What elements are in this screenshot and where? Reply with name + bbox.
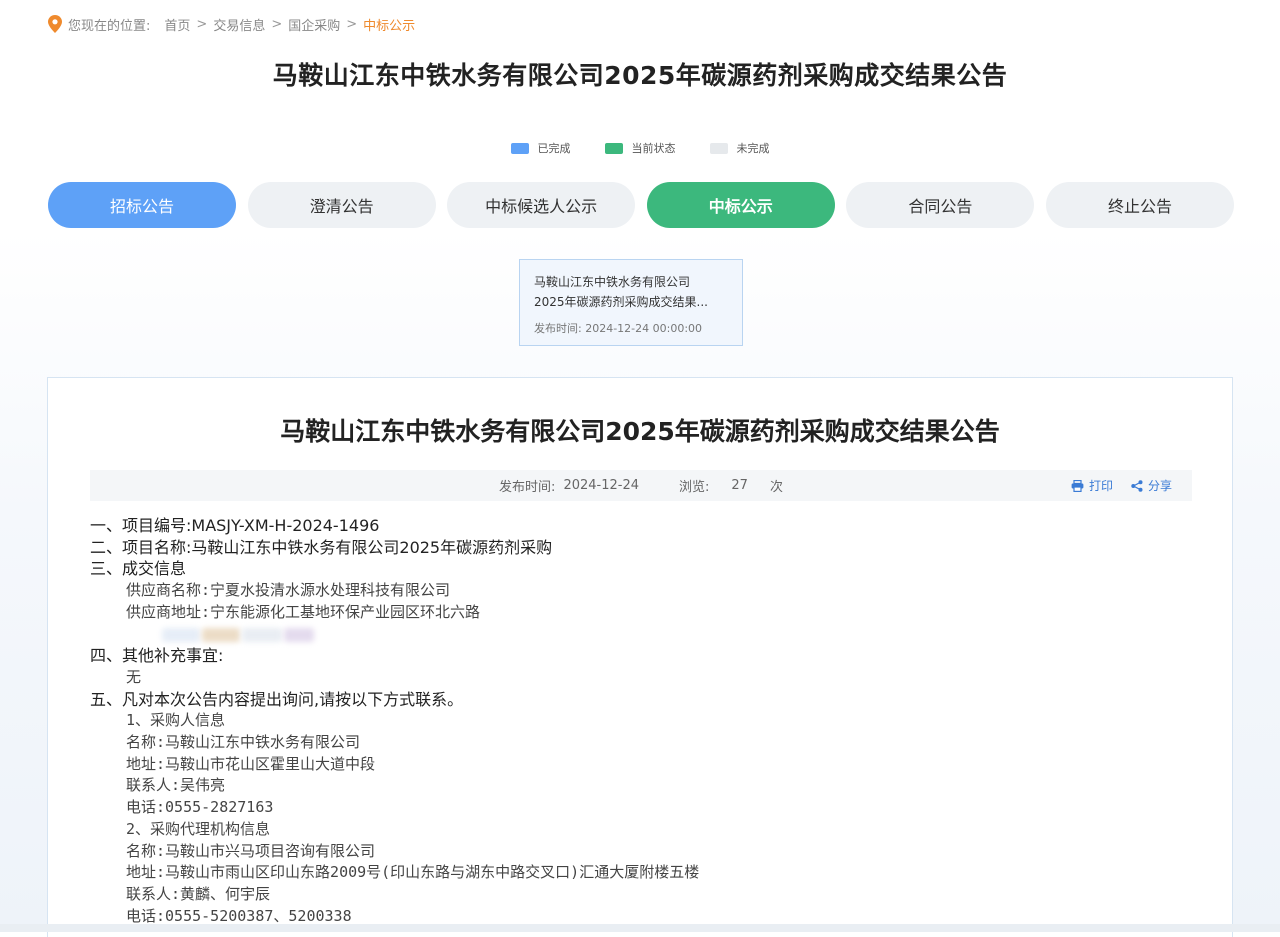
share-label: 分享 bbox=[1147, 479, 1172, 493]
step-contract-notice[interactable]: 合同公告 bbox=[846, 182, 1035, 228]
legend-item-current: 当前状态 bbox=[604, 140, 676, 156]
breadcrumb-prefix: 您现在的位置: bbox=[68, 18, 151, 34]
bottom-bar bbox=[0, 924, 1280, 932]
step-clarification-notice[interactable]: 澄清公告 bbox=[247, 182, 436, 228]
step-termination-notice[interactable]: 终止公告 bbox=[1045, 182, 1234, 228]
breadcrumb: 您现在的位置: 首页 > 交易信息 > 国企采购 > 中标公示 bbox=[48, 14, 415, 34]
share-button[interactable]: 分享 bbox=[1131, 477, 1172, 494]
legend-swatch-current bbox=[604, 142, 623, 154]
step-award-notice[interactable]: 中标公示 bbox=[646, 182, 835, 228]
agent-name: 名称:马鞍山市兴马项目咨询有限公司 bbox=[126, 841, 376, 860]
print-button[interactable]: 打印 bbox=[1071, 477, 1113, 494]
printer-icon bbox=[1071, 479, 1084, 492]
buyer-contact: 联系人:吴伟亮 bbox=[126, 776, 226, 795]
publish-date: 2024-12-24 bbox=[563, 478, 639, 493]
other-matters-body: 无 bbox=[126, 667, 142, 686]
supplier-name: 供应商名称:宁夏水投清水源水处理科技有限公司 bbox=[126, 581, 451, 600]
breadcrumb-trade-info[interactable]: 交易信息 bbox=[213, 15, 265, 34]
notice-card[interactable]: 马鞍山江东中铁水务有限公司 2025年碳源药剂采购成交结果... 发布时间: 2… bbox=[519, 259, 743, 346]
section-other-matters: 四、其他补充事宜: bbox=[90, 646, 224, 666]
process-steps: 招标公告 澄清公告 中标候选人公示 中标公示 合同公告 终止公告 bbox=[48, 182, 1234, 228]
article-meta-info: 发布时间: 2024-12-24 浏览: 27 次 bbox=[90, 470, 1192, 501]
agent-address: 地址:马鞍山市雨山区印山东路2009号(印山东路与湖东中路交叉口)汇通大厦附楼五… bbox=[126, 863, 700, 882]
views-label: 浏览: bbox=[679, 480, 710, 495]
breadcrumb-home[interactable]: 首页 bbox=[164, 15, 190, 34]
views-unit: 次 bbox=[769, 480, 783, 495]
breadcrumb-separator: > bbox=[346, 16, 358, 32]
buyer-name: 名称:马鞍山江东中铁水务有限公司 bbox=[126, 733, 361, 752]
share-icon bbox=[1131, 479, 1143, 492]
views-count: 27 bbox=[731, 478, 748, 493]
breadcrumb-soe-procurement[interactable]: 国企采购 bbox=[288, 15, 340, 34]
page-title: 马鞍山江东中铁水务有限公司2025年碳源药剂采购成交结果公告 bbox=[272, 61, 1008, 90]
notice-card-title-line1: 马鞍山江东中铁水务有限公司 bbox=[534, 275, 691, 289]
breadcrumb-current: 中标公示 bbox=[363, 18, 416, 34]
location-pin-icon bbox=[48, 15, 62, 33]
legend-swatch-done bbox=[510, 142, 529, 154]
step-tender-notice[interactable]: 招标公告 bbox=[48, 182, 236, 228]
notice-card-date: 发布时间: 2024-12-24 00:00:00 bbox=[534, 320, 728, 336]
legend-item-done: 已完成 bbox=[510, 140, 571, 156]
legend-label-done: 已完成 bbox=[537, 142, 571, 155]
agent-contact: 联系人:黄麟、何宇辰 bbox=[126, 884, 271, 903]
redacted-row bbox=[90, 624, 1232, 646]
article-title: 马鞍山江东中铁水务有限公司2025年碳源药剂采购成交结果公告 bbox=[280, 417, 1000, 446]
supplier-address: 供应商地址:宁东能源化工基地环保产业园区环北六路 bbox=[126, 602, 481, 621]
breadcrumb-separator: > bbox=[196, 16, 208, 32]
section-deal-info: 三、成交信息 bbox=[90, 559, 187, 579]
print-label: 打印 bbox=[1088, 479, 1113, 493]
step-candidate-notice[interactable]: 中标候选人公示 bbox=[447, 182, 636, 228]
notice-card-date-value: 2024-12-24 00:00:00 bbox=[585, 322, 703, 335]
legend-label-pending: 未完成 bbox=[736, 142, 770, 155]
publish-label: 发布时间: bbox=[499, 480, 556, 495]
status-legend: 已完成 当前状态 未完成 bbox=[0, 140, 1280, 156]
buyer-phone: 电话:0555-2827163 bbox=[126, 798, 274, 817]
notice-card-date-label: 发布时间: bbox=[534, 322, 582, 335]
section-contact: 五、凡对本次公告内容提出询问,请按以下方式联系。 bbox=[90, 689, 464, 709]
legend-item-pending: 未完成 bbox=[709, 140, 770, 156]
article-panel: 马鞍山江东中铁水务有限公司2025年碳源药剂采购成交结果公告 发布时间: 202… bbox=[47, 377, 1233, 937]
article-actions: 打印 分享 bbox=[1071, 470, 1172, 501]
buyer-heading: 1、采购人信息 bbox=[126, 711, 226, 730]
legend-swatch-pending bbox=[709, 142, 728, 154]
section-project-name: 二、项目名称:马鞍山江东中铁水务有限公司2025年碳源药剂采购 bbox=[90, 537, 553, 557]
breadcrumb-separator: > bbox=[271, 16, 283, 32]
buyer-address: 地址:马鞍山市花山区霍里山大道中段 bbox=[126, 754, 376, 773]
legend-label-current: 当前状态 bbox=[631, 142, 676, 155]
section-project-number: 一、项目编号:MASJY-XM-H-2024-1496 bbox=[90, 516, 380, 535]
article-body: 一、项目编号:MASJY-XM-H-2024-1496 二、项目名称:马鞍山江东… bbox=[90, 515, 1232, 927]
article-meta-bar: 发布时间: 2024-12-24 浏览: 27 次 打印 分享 bbox=[90, 470, 1192, 501]
notice-card-title-line2: 2025年碳源药剂采购成交结果... bbox=[534, 295, 708, 309]
agent-heading: 2、采购代理机构信息 bbox=[126, 819, 271, 838]
